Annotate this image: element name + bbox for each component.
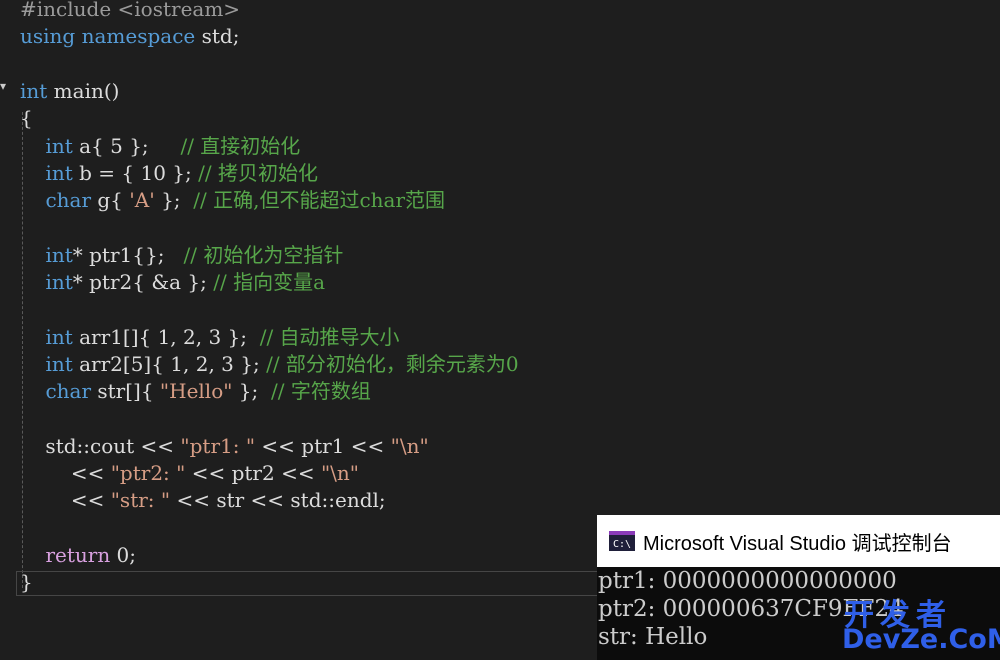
code-token: }; [154, 188, 194, 213]
code-token: << [20, 488, 111, 513]
code-token: << str << std::endl; [170, 488, 386, 513]
code-line[interactable]: } [20, 569, 33, 596]
code-token: int [45, 351, 73, 376]
code-token: str[]{ [91, 379, 160, 404]
watermark-logo: 开发者 DevZe.CoM [842, 590, 1000, 656]
code-token: } [20, 570, 33, 595]
current-line-highlight [16, 571, 598, 596]
code-token: 'A' [129, 188, 155, 213]
code-line[interactable]: int a{ 5 }; // 直接初始化 [20, 133, 300, 160]
code-token: arr1[]{ 1, 2, 3 }; [72, 324, 260, 349]
console-title: Microsoft Visual Studio 调试控制台 [643, 532, 952, 555]
code-token: // 拷贝初始化 [198, 160, 318, 185]
code-token: char [45, 188, 92, 213]
code-token: "str: " [110, 488, 171, 513]
code-token: "ptr1: " [180, 433, 256, 458]
code-line[interactable]: #include <iostream> [20, 0, 240, 23]
code-token: "Hello" [159, 379, 233, 404]
code-line[interactable]: std::cout << "ptr1: " << ptr1 << "\n" [20, 433, 429, 460]
code-token: std; [195, 24, 240, 49]
watermark-bottom-text: DevZe.CoM [842, 624, 1000, 655]
code-token: "\n" [390, 433, 429, 458]
code-token: int [45, 160, 73, 185]
code-line[interactable]: int b = { 10 }; // 拷贝初始化 [20, 160, 318, 187]
code-token: * ptr1{}; [72, 242, 184, 267]
code-token: "\n" [320, 461, 359, 486]
code-line[interactable]: int* ptr2{ &a }; // 指向变量a [20, 269, 325, 296]
code-token: }; [232, 379, 271, 404]
code-token: int [45, 324, 73, 349]
code-token: // 字符数组 [270, 379, 371, 404]
code-token: // 正确,但不能超过char范围 [193, 188, 446, 213]
code-token: char [45, 379, 92, 404]
code-token: 0; [110, 543, 137, 567]
code-token: // 初始化为空指针 [183, 242, 344, 267]
code-line[interactable]: char str[]{ "Hello" }; // 字符数组 [20, 378, 371, 405]
code-token: * ptr2{ &a }; [72, 270, 214, 294]
collapse-icon[interactable]: ▾ [0, 80, 8, 92]
console-app-icon: C:\ [609, 531, 635, 551]
code-token: int [45, 133, 73, 158]
code-token: a{ 5 }; [72, 133, 181, 158]
code-token: { [20, 106, 33, 131]
code-line[interactable]: int arr1[]{ 1, 2, 3 }; // 自动推导大小 [20, 324, 400, 351]
code-token: main() [47, 78, 120, 103]
code-token: << ptr1 << [255, 433, 391, 458]
code-token: int [20, 78, 48, 103]
code-token: // 部分初始化，剩余元素为0 [266, 351, 519, 376]
code-line[interactable]: return 0; [20, 542, 136, 569]
code-token: g{ [91, 188, 130, 213]
code-token: // 自动推导大小 [259, 324, 400, 349]
console-titlebar[interactable]: C:\ Microsoft Visual Studio 调试控制台 [597, 515, 1000, 567]
code-token: "ptr2: " [110, 461, 186, 486]
code-line[interactable]: int main() [20, 78, 119, 105]
code-token: namespace [81, 24, 196, 49]
code-line[interactable]: { [20, 105, 33, 132]
code-token: << [20, 461, 111, 486]
code-token: std::cout << [20, 433, 181, 458]
code-token: int [45, 270, 73, 294]
code-line[interactable]: << "ptr2: " << ptr2 << "\n" [20, 460, 359, 487]
code-token: b = { 10 }; [72, 160, 199, 185]
code-line[interactable]: int* ptr1{}; // 初始化为空指针 [20, 242, 343, 269]
code-token: int [45, 242, 73, 267]
code-line[interactable]: char g{ 'A' }; // 正确,但不能超过char范围 [20, 187, 445, 214]
code-token: // 直接初始化 [180, 133, 301, 158]
code-token: using [20, 24, 76, 49]
code-token: // 指向变量a [213, 270, 325, 294]
code-line[interactable]: << "str: " << str << std::endl; [20, 487, 386, 514]
code-line[interactable]: using namespace std; [20, 23, 239, 50]
code-token: return [45, 543, 111, 567]
code-token: arr2[5]{ 1, 2, 3 }; [72, 351, 267, 376]
code-token: << ptr2 << [185, 461, 321, 486]
code-line[interactable]: int arr2[5]{ 1, 2, 3 }; // 部分初始化，剩余元素为0 [20, 351, 519, 378]
code-token: #include <iostream> [20, 0, 241, 21]
